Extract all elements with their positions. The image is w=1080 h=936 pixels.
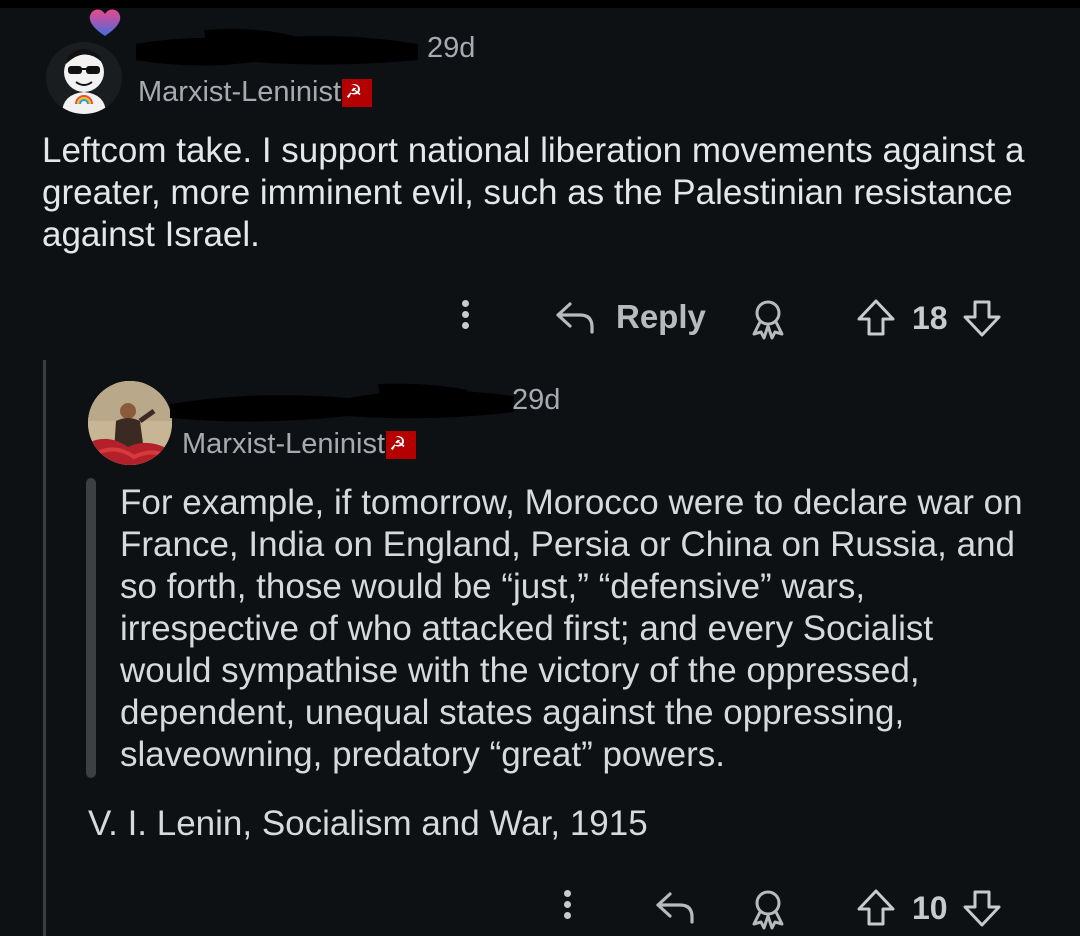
flair-text: Marxist-Leninist bbox=[138, 76, 342, 108]
upvote-icon[interactable] bbox=[856, 298, 896, 338]
comment-body: Leftcom take. I support national liberat… bbox=[42, 131, 1025, 254]
user-flair: Marxist-Leninist ☭ bbox=[182, 428, 417, 461]
award-icon bbox=[752, 300, 784, 340]
reply-label: Reply bbox=[616, 298, 706, 335]
flair-flag-icon: ☭ bbox=[386, 431, 417, 460]
avatar[interactable] bbox=[88, 381, 172, 465]
vote-score: 10 bbox=[912, 889, 948, 926]
reply-arrow-icon bbox=[656, 892, 694, 924]
quote-citation: V. I. Lenin, Socialism and War, 1915 bbox=[88, 804, 648, 843]
reply-button[interactable] bbox=[654, 888, 696, 926]
user-flair: Marxist-Leninist ☭ bbox=[138, 76, 373, 109]
more-vertical-icon[interactable] bbox=[462, 296, 469, 333]
top-bar bbox=[0, 0, 1080, 8]
more-vertical-icon[interactable] bbox=[564, 886, 571, 923]
vote-controls: 10 bbox=[856, 888, 1002, 928]
redacted-username bbox=[170, 383, 514, 422]
flair-text: Marxist-Leninist bbox=[182, 428, 386, 460]
comment-timestamp: 29d bbox=[427, 32, 476, 64]
heart-flair-icon bbox=[86, 6, 124, 38]
thread-line[interactable] bbox=[43, 360, 46, 936]
award-icon bbox=[752, 890, 784, 930]
avatar[interactable] bbox=[46, 42, 122, 114]
award-button[interactable] bbox=[748, 298, 788, 340]
flair-flag-icon: ☭ bbox=[342, 79, 373, 108]
vote-controls: 18 bbox=[856, 298, 1002, 338]
reply-button[interactable]: Reply bbox=[554, 298, 706, 336]
upvote-icon[interactable] bbox=[856, 888, 896, 928]
blockquote-text: For example, if tomorrow, Morocco were t… bbox=[120, 483, 1023, 774]
comment-timestamp: 29d bbox=[512, 384, 561, 416]
award-button[interactable] bbox=[748, 888, 788, 930]
reply-arrow-icon bbox=[556, 302, 594, 334]
vote-score: 18 bbox=[912, 299, 948, 336]
blockquote-bar bbox=[86, 478, 96, 778]
downvote-icon[interactable] bbox=[962, 298, 1002, 338]
downvote-icon[interactable] bbox=[962, 888, 1002, 928]
redacted-username bbox=[136, 28, 418, 66]
